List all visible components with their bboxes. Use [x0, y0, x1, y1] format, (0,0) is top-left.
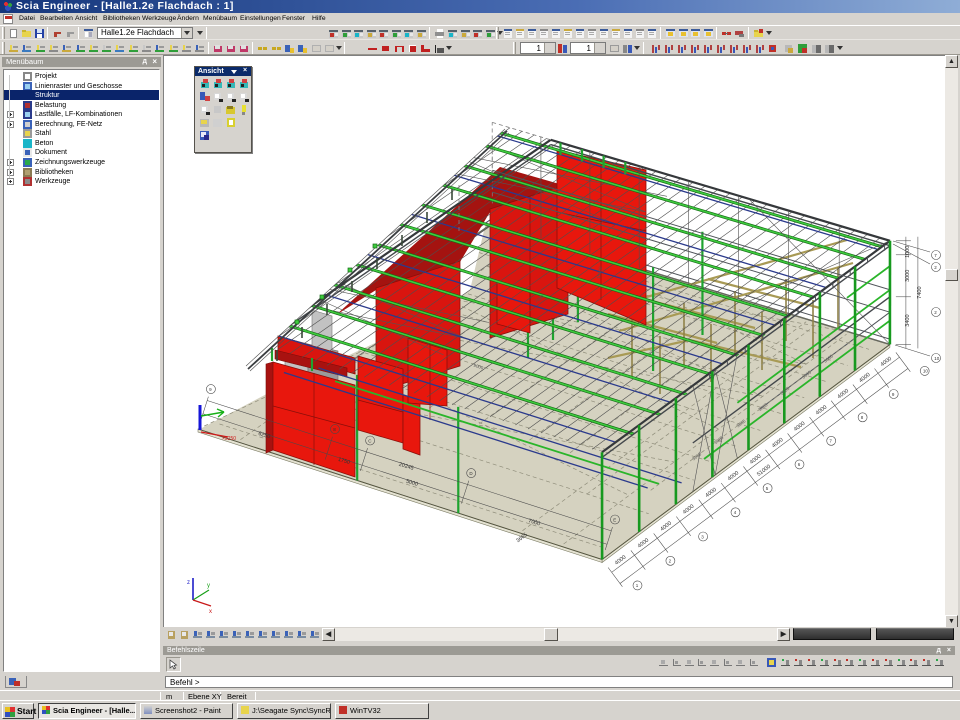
svg-text:8: 8 [861, 415, 864, 420]
svg-text:7400: 7400 [917, 286, 923, 298]
svg-text:2: 2 [669, 559, 672, 564]
svg-text:3: 3 [701, 534, 704, 539]
svg-text:10: 10 [923, 369, 929, 374]
svg-text:z: z [187, 580, 190, 586]
svg-text:5: 5 [766, 486, 769, 491]
svg-text:2: 2 [934, 310, 937, 315]
svg-text:4000: 4000 [705, 487, 718, 499]
svg-text:7: 7 [934, 253, 937, 258]
svg-text:9: 9 [209, 387, 212, 392]
svg-text:2: 2 [934, 265, 937, 270]
svg-text:E: E [613, 517, 616, 522]
svg-text:9: 9 [892, 392, 895, 397]
svg-text:y: y [207, 583, 210, 589]
svg-text:4000: 4000 [771, 437, 784, 449]
svg-text:4000: 4000 [660, 521, 673, 533]
svg-text:4000: 4000 [727, 470, 740, 482]
svg-text:4000: 4000 [682, 504, 695, 516]
svg-text:4000: 4000 [858, 372, 871, 384]
svg-text:4: 4 [734, 510, 737, 515]
svg-text:×5250: ×5250 [222, 436, 236, 442]
svg-text:4000: 4000 [614, 554, 627, 566]
svg-text:x: x [209, 609, 212, 615]
svg-text:3000: 3000 [905, 270, 911, 282]
svg-text:4000: 4000 [815, 404, 828, 416]
svg-text:10: 10 [934, 356, 940, 361]
svg-text:4000: 4000 [837, 388, 850, 400]
svg-text:4000: 4000 [793, 421, 806, 433]
svg-text:1: 1 [636, 583, 639, 588]
svg-text:3400: 3400 [905, 314, 911, 326]
svg-text:4000: 4000 [880, 356, 893, 368]
svg-text:4000: 4000 [749, 454, 762, 466]
svg-text:6: 6 [798, 462, 801, 467]
svg-text:4000: 4000 [637, 537, 650, 549]
svg-text:7: 7 [829, 439, 832, 444]
